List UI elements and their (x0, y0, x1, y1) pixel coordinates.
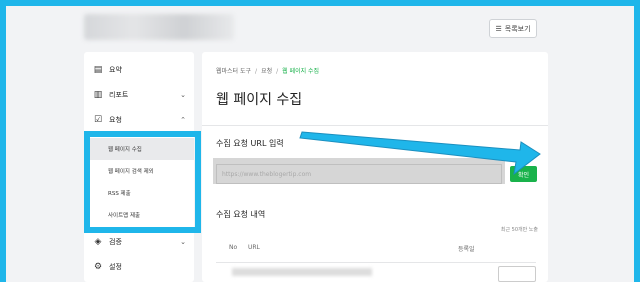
breadcrumb-item[interactable]: 요청 (261, 68, 272, 75)
sidebar-item-report[interactable]: ▥ 리포트 ⌄ (84, 83, 194, 107)
sidebar-subitem-sitemap[interactable]: 사이트맵 제출 (84, 204, 194, 226)
url-section-title: 수집 요청 URL 입력 (216, 139, 284, 148)
blurred-table-row (232, 268, 372, 276)
checklist-icon: ☑ (93, 115, 103, 125)
breadcrumb: 웹마스터 도구 / 요청 / 웹 페이지 수집 (216, 66, 319, 75)
sidebar-item-label: 설정 (109, 263, 122, 271)
column-header-url: URL (248, 244, 260, 251)
column-header-no: No (229, 244, 238, 251)
top-header: ☰ 목록보기 (6, 6, 634, 50)
breadcrumb-separator: / (276, 68, 279, 75)
report-icon: ▥ (93, 90, 103, 100)
verify-icon: ◈ (94, 237, 102, 247)
sidebar-item-label: 요청 (109, 116, 122, 124)
sidebar-subitem-label: 웹 페이지 검색 제외 (108, 169, 154, 175)
sidebar-subitem-page-collect[interactable]: 웹 페이지 수집 (84, 138, 194, 160)
list-view-label: 목록보기 (504, 24, 531, 33)
sidebar-subitem-label: 웹 페이지 수집 (108, 147, 142, 153)
sidebar-subitem-rss[interactable]: RSS 제출 (84, 182, 194, 204)
blurred-site-logo (84, 14, 234, 40)
confirm-button[interactable]: 확인 (510, 166, 537, 182)
sidebar-subitem-label: RSS 제출 (108, 191, 131, 197)
sidebar-item-summary[interactable]: ▤ 요약 (84, 58, 194, 82)
breadcrumb-item[interactable]: 웹마스터 도구 (216, 68, 251, 75)
url-input-placeholder: https://www.theblogertip.com (222, 170, 312, 178)
breadcrumb-separator: / (255, 68, 258, 75)
breadcrumb-current: 웹 페이지 수집 (282, 68, 320, 75)
chevron-down-icon: ⌄ (180, 91, 186, 99)
divider (202, 125, 548, 126)
url-input[interactable]: https://www.theblogertip.com (216, 164, 502, 184)
clipboard-icon: ▤ (93, 65, 103, 75)
history-section-title: 수집 요청 내역 (216, 210, 266, 219)
sidebar-subitem-label: 사이트맵 제출 (108, 213, 141, 219)
sidebar-subitem-page-exclude[interactable]: 웹 페이지 검색 제외 (84, 160, 194, 182)
sidebar-item-settings[interactable]: ⚙ 설정 (84, 255, 194, 279)
list-icon: ☰ (495, 24, 502, 33)
sidebar-item-label: 요약 (109, 66, 122, 74)
history-note: 최근 50개만 노출 (500, 227, 538, 233)
list-view-button[interactable]: ☰ 목록보기 (489, 19, 537, 38)
sidebar-item-label: 검증 (109, 238, 122, 246)
gear-icon: ⚙ (93, 262, 103, 272)
sidebar-item-verify[interactable]: ◈ 검증 ⌄ (84, 230, 194, 254)
main-panel: 웹마스터 도구 / 요청 / 웹 페이지 수집 웹 페이지 수집 수집 요청 URL 입… (202, 52, 548, 282)
sidebar-item-request[interactable]: ☑ 요청 ⌃ (84, 108, 194, 132)
page-title: 웹 페이지 수집 (216, 92, 303, 108)
column-header-date: 등록일 (458, 246, 475, 253)
row-action-button[interactable] (498, 266, 536, 282)
sidebar-item-label: 리포트 (109, 91, 129, 99)
chevron-up-icon: ⌃ (180, 116, 186, 124)
table-divider (216, 262, 536, 263)
chevron-down-icon: ⌄ (180, 238, 186, 246)
sidebar: ▤ 요약 ▥ 리포트 ⌄ ☑ 요청 ⌃ 웹 페이지 수집 웹 페이지 검색 제외… (84, 52, 194, 282)
